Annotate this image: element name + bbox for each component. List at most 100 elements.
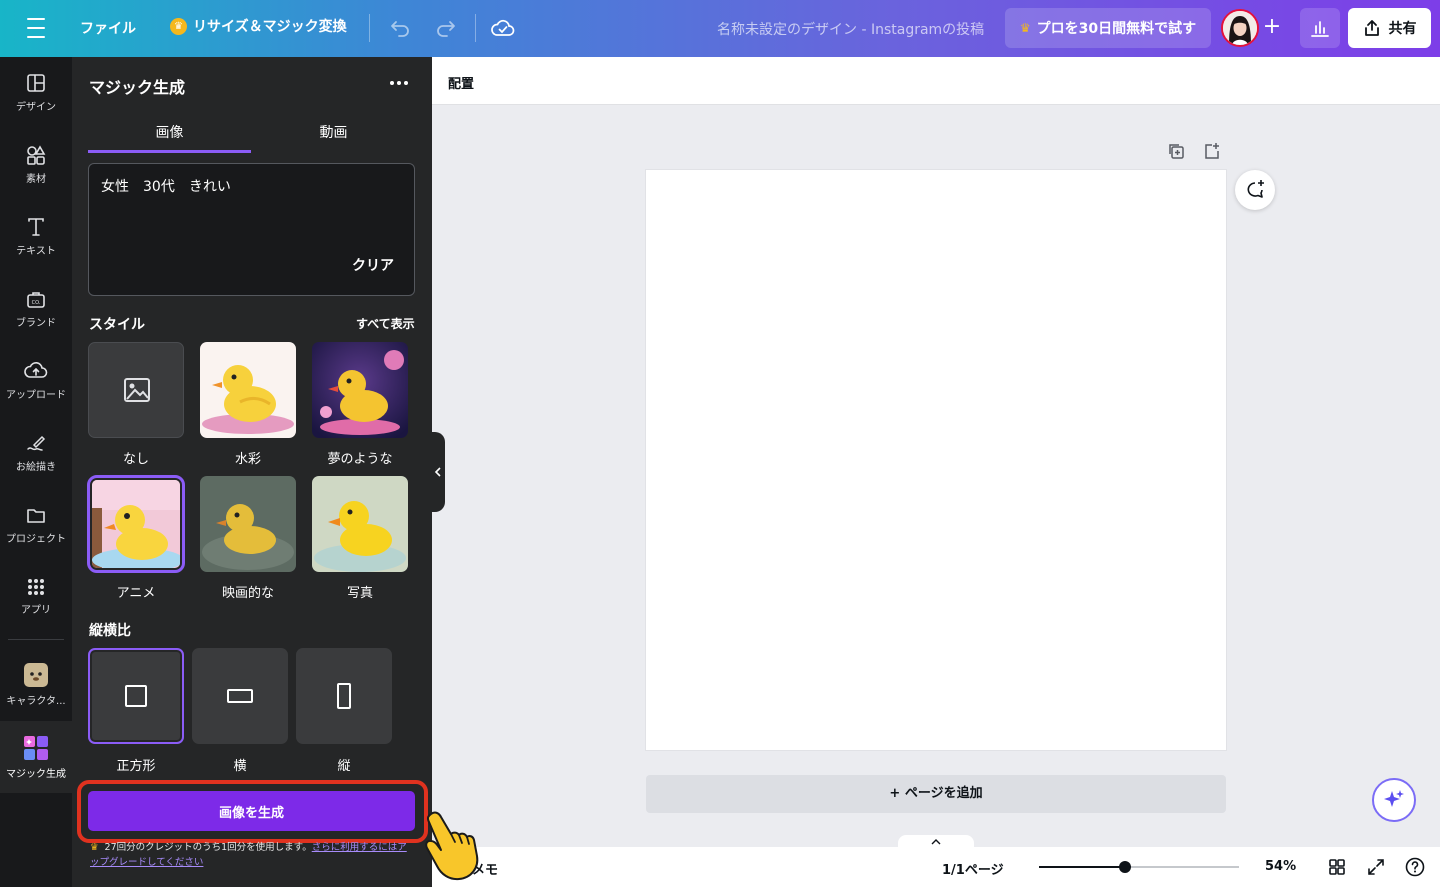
apps-icon bbox=[28, 578, 44, 595]
ratio-square-option[interactable] bbox=[88, 648, 184, 744]
zoom-level[interactable]: 54% bbox=[1265, 859, 1296, 874]
credit-notice: ♛ 27回分のクレジットのうち1回分を使用します。さらに利用するにはアップグレード… bbox=[90, 840, 410, 870]
clear-button[interactable]: クリア bbox=[352, 255, 394, 275]
style-cinematic-tile[interactable] bbox=[200, 476, 296, 572]
context-toolbar: 配置 bbox=[432, 57, 1440, 105]
style-label: なし bbox=[122, 452, 149, 467]
rail-item-character[interactable]: キャラクタ... bbox=[0, 652, 72, 716]
tab-image[interactable]: 画像 bbox=[88, 115, 251, 153]
document-title[interactable]: 名称未設定のデザイン - Instagramの投稿 bbox=[717, 19, 984, 39]
top-bar: ファイル ♛ リサイズ＆マジック変換 名称未設定のデザイン - Instagra… bbox=[0, 0, 1440, 57]
prompt-value[interactable]: 女性 30代 きれい bbox=[101, 176, 231, 196]
help-icon[interactable] bbox=[1405, 857, 1425, 877]
bottom-bar: メモ 1/1ページ 54% bbox=[432, 835, 1440, 887]
arrange-button[interactable]: 配置 bbox=[448, 73, 474, 92]
style-photo-tile[interactable] bbox=[312, 476, 408, 572]
divider bbox=[8, 639, 64, 640]
ratio-label: 横 bbox=[233, 759, 247, 774]
rail-item-draw[interactable]: お絵描き bbox=[0, 420, 72, 484]
duck-watercolor-image bbox=[200, 342, 296, 438]
resize-magic-switch-button[interactable]: ♛ リサイズ＆マジック変換 bbox=[170, 16, 347, 36]
add-page-button[interactable]: + ページを追加 bbox=[646, 775, 1226, 813]
crown-icon: ♛ bbox=[1019, 21, 1031, 35]
zoom-slider-handle[interactable] bbox=[1119, 861, 1131, 873]
style-anime-tile[interactable] bbox=[87, 475, 185, 573]
file-menu[interactable]: ファイル bbox=[80, 18, 136, 38]
style-label: 映画的な bbox=[221, 586, 274, 601]
style-none-tile[interactable] bbox=[88, 342, 184, 438]
tab-video[interactable]: 動画 bbox=[252, 115, 415, 153]
style-dreamy-tile[interactable] bbox=[312, 342, 408, 438]
ratio-portrait-option[interactable] bbox=[296, 648, 392, 744]
chevron-up-icon[interactable] bbox=[898, 835, 974, 849]
text-icon bbox=[28, 217, 44, 236]
comment-add-icon bbox=[1247, 180, 1264, 198]
duck-cinematic-image bbox=[200, 476, 296, 572]
magic-media-panel: マジック生成 画像 動画 女性 30代 きれい クリア スタイル すべて表示 な… bbox=[72, 57, 432, 887]
rail-item-brand[interactable]: CO. ブランド bbox=[0, 276, 72, 340]
more-options-icon[interactable] bbox=[384, 72, 414, 94]
shapes-icon bbox=[27, 144, 46, 165]
svg-text:CO.: CO. bbox=[32, 300, 41, 306]
left-rail: デザイン 素材 テキスト CO. ブランド アップロード お絵描き プロジェクト… bbox=[0, 57, 72, 887]
duck-dreamy-image bbox=[312, 342, 408, 438]
chevron-left-icon bbox=[434, 467, 441, 477]
rail-item-uploads[interactable]: アップロード bbox=[0, 348, 72, 412]
style-label: 水彩 bbox=[234, 452, 261, 467]
insights-button[interactable] bbox=[1300, 8, 1340, 48]
zoom-slider[interactable] bbox=[1039, 861, 1239, 873]
add-page-icon[interactable] bbox=[1203, 142, 1221, 160]
pro-trial-button[interactable]: ♛ プロを30日間無料で試す bbox=[1005, 8, 1211, 48]
style-heading: スタイル bbox=[89, 317, 145, 333]
style-label: 夢のような bbox=[327, 452, 393, 467]
crown-icon: ♛ bbox=[170, 17, 187, 35]
duplicate-page-icon[interactable] bbox=[1167, 142, 1185, 160]
ratio-landscape-option[interactable] bbox=[192, 648, 288, 744]
magic-assistant-button[interactable] bbox=[1372, 778, 1416, 822]
style-label: アニメ bbox=[116, 586, 156, 601]
upload-icon bbox=[24, 361, 48, 378]
cloud-saved-icon[interactable] bbox=[491, 16, 515, 40]
collapse-panel-button[interactable] bbox=[431, 432, 445, 512]
fullscreen-icon[interactable] bbox=[1366, 857, 1386, 877]
landscape-icon bbox=[227, 689, 253, 703]
pointing-hand-icon bbox=[421, 808, 483, 882]
rail-item-text[interactable]: テキスト bbox=[0, 204, 72, 268]
divider bbox=[475, 14, 476, 42]
redo-icon[interactable] bbox=[434, 16, 458, 40]
share-button[interactable]: 共有 bbox=[1348, 8, 1431, 48]
grid-view-icon[interactable] bbox=[1327, 857, 1347, 877]
rail-item-design[interactable]: デザイン bbox=[0, 60, 72, 124]
duck-anime-image bbox=[92, 480, 180, 568]
undo-icon[interactable] bbox=[388, 16, 412, 40]
menu-icon[interactable] bbox=[22, 18, 50, 38]
share-icon bbox=[1364, 20, 1379, 36]
avatar[interactable] bbox=[1221, 9, 1259, 47]
character-icon bbox=[24, 662, 48, 687]
rail-item-apps[interactable]: アプリ bbox=[0, 564, 72, 628]
see-all-link[interactable]: すべて表示 bbox=[356, 315, 415, 332]
design-page[interactable] bbox=[646, 170, 1226, 750]
prompt-input[interactable]: 女性 30代 きれい クリア bbox=[88, 163, 415, 296]
share-label: 共有 bbox=[1388, 21, 1417, 37]
add-comment-button[interactable] bbox=[1235, 170, 1275, 210]
duck-photo-image bbox=[312, 476, 408, 572]
credit-text: 27回分のクレジットのうち1回分を使用します。 bbox=[104, 842, 312, 853]
rail-item-projects[interactable]: プロジェクト bbox=[0, 492, 72, 556]
ratio-label: 正方形 bbox=[116, 759, 156, 774]
rail-item-magic-media[interactable]: マジック生成 bbox=[0, 721, 72, 793]
rail-item-elements[interactable]: 素材 bbox=[0, 132, 72, 196]
ratio-heading: 縦横比 bbox=[89, 623, 131, 639]
add-collaborator-button[interactable]: + bbox=[1257, 13, 1287, 43]
image-placeholder-icon bbox=[124, 378, 150, 402]
ratio-label: 縦 bbox=[337, 759, 351, 774]
style-label: 写真 bbox=[346, 586, 373, 601]
brand-icon: CO. bbox=[27, 291, 45, 308]
bar-chart-icon bbox=[1311, 21, 1329, 37]
zoom-slider-fill bbox=[1039, 866, 1125, 868]
style-watercolor-tile[interactable] bbox=[200, 342, 296, 438]
page-count-button[interactable]: 1/1ページ bbox=[942, 859, 1004, 878]
trial-label: プロを30日間無料で試す bbox=[1036, 21, 1197, 37]
generate-image-button[interactable]: 画像を生成 bbox=[88, 791, 415, 831]
portrait-icon bbox=[337, 683, 351, 709]
